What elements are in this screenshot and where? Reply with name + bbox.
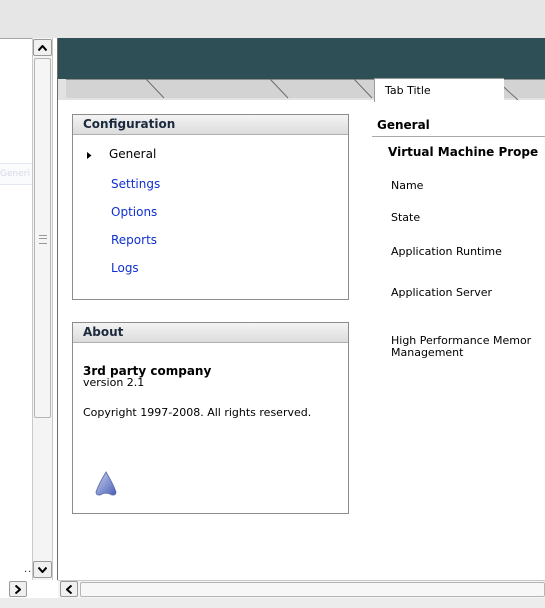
vertical-scrollbar[interactable]: [32, 38, 53, 580]
horizontal-scrollbar[interactable]: [58, 580, 545, 599]
property-high-performance-memory: High Performance Memor Management: [391, 335, 532, 359]
scroll-down-button[interactable]: [33, 561, 52, 578]
tab-active-label: Tab Title: [385, 84, 431, 97]
product-logo-icon: [95, 471, 117, 496]
nav-link-options[interactable]: Options: [111, 205, 157, 219]
vm-properties-subtitle: Virtual Machine Prope: [388, 145, 539, 159]
about-title: About: [73, 323, 348, 343]
bullet-arrow-icon: [87, 152, 92, 159]
scroll-up-button[interactable]: [33, 39, 52, 56]
scroll-left-button[interactable]: [60, 581, 78, 597]
about-copyright: Copyright 1997-2008. All rights reserved…: [83, 406, 312, 419]
horizontal-scroll-thumb[interactable]: [80, 582, 545, 597]
scroll-down-icon: [38, 566, 47, 573]
scroll-left-icon: [66, 584, 72, 594]
vertical-scroll-thumb[interactable]: [34, 58, 51, 418]
left-tree-selected-item[interactable]: Generi: [0, 163, 32, 185]
property-application-runtime: Application Runtime: [391, 245, 502, 258]
nav-link-settings[interactable]: Settings: [111, 177, 160, 191]
nav-link-reports[interactable]: Reports: [111, 233, 157, 247]
property-name: Name: [391, 179, 424, 192]
tab-active[interactable]: Tab Title: [374, 78, 504, 102]
scroll-grip-icon: [39, 235, 47, 244]
window-top-bar: [0, 0, 545, 38]
about-version: version 2.1: [83, 376, 145, 389]
configuration-title: Configuration: [73, 115, 348, 135]
window-bottom-strip: [0, 598, 545, 608]
expand-button[interactable]: [9, 581, 27, 597]
general-title: General: [377, 118, 430, 132]
property-state: State: [391, 211, 421, 224]
configuration-panel: Configuration General Settings Options R…: [72, 114, 349, 300]
nav-item-general[interactable]: General: [109, 147, 156, 161]
about-panel: About 3rd party company version 2.1 Copy…: [72, 322, 349, 514]
properties-divider: [372, 136, 545, 137]
expand-arrow-icon: [15, 584, 21, 594]
scroll-up-icon: [38, 44, 47, 51]
header-banner: [58, 38, 545, 81]
nav-link-logs[interactable]: Logs: [111, 261, 139, 275]
left-tree-panel: [0, 38, 32, 581]
property-application-server: Application Server: [391, 286, 493, 299]
